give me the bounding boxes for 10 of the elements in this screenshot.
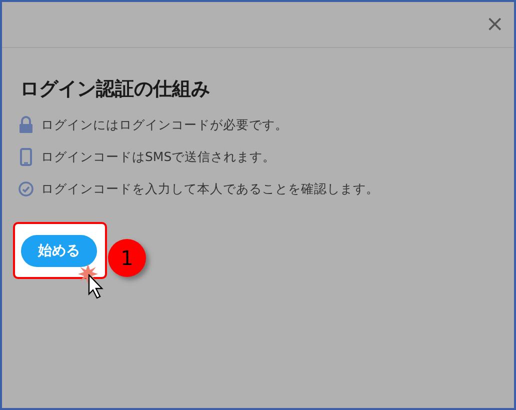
close-button[interactable]: × bbox=[482, 14, 508, 36]
lock-icon bbox=[18, 116, 34, 134]
start-button[interactable]: 始める bbox=[21, 234, 97, 266]
phone-icon bbox=[18, 148, 34, 166]
info-text: ログインコードはSMSで送信されます。 bbox=[41, 148, 276, 166]
info-text: ログインにはログインコードが必要です。 bbox=[41, 116, 288, 134]
check-circle-icon bbox=[18, 180, 34, 198]
step-marker: 1 bbox=[108, 239, 146, 277]
info-text: ログインコードを入力して本人であることを確認します。 bbox=[41, 180, 379, 198]
dialog-title: ログイン認証の仕組み bbox=[20, 77, 211, 102]
